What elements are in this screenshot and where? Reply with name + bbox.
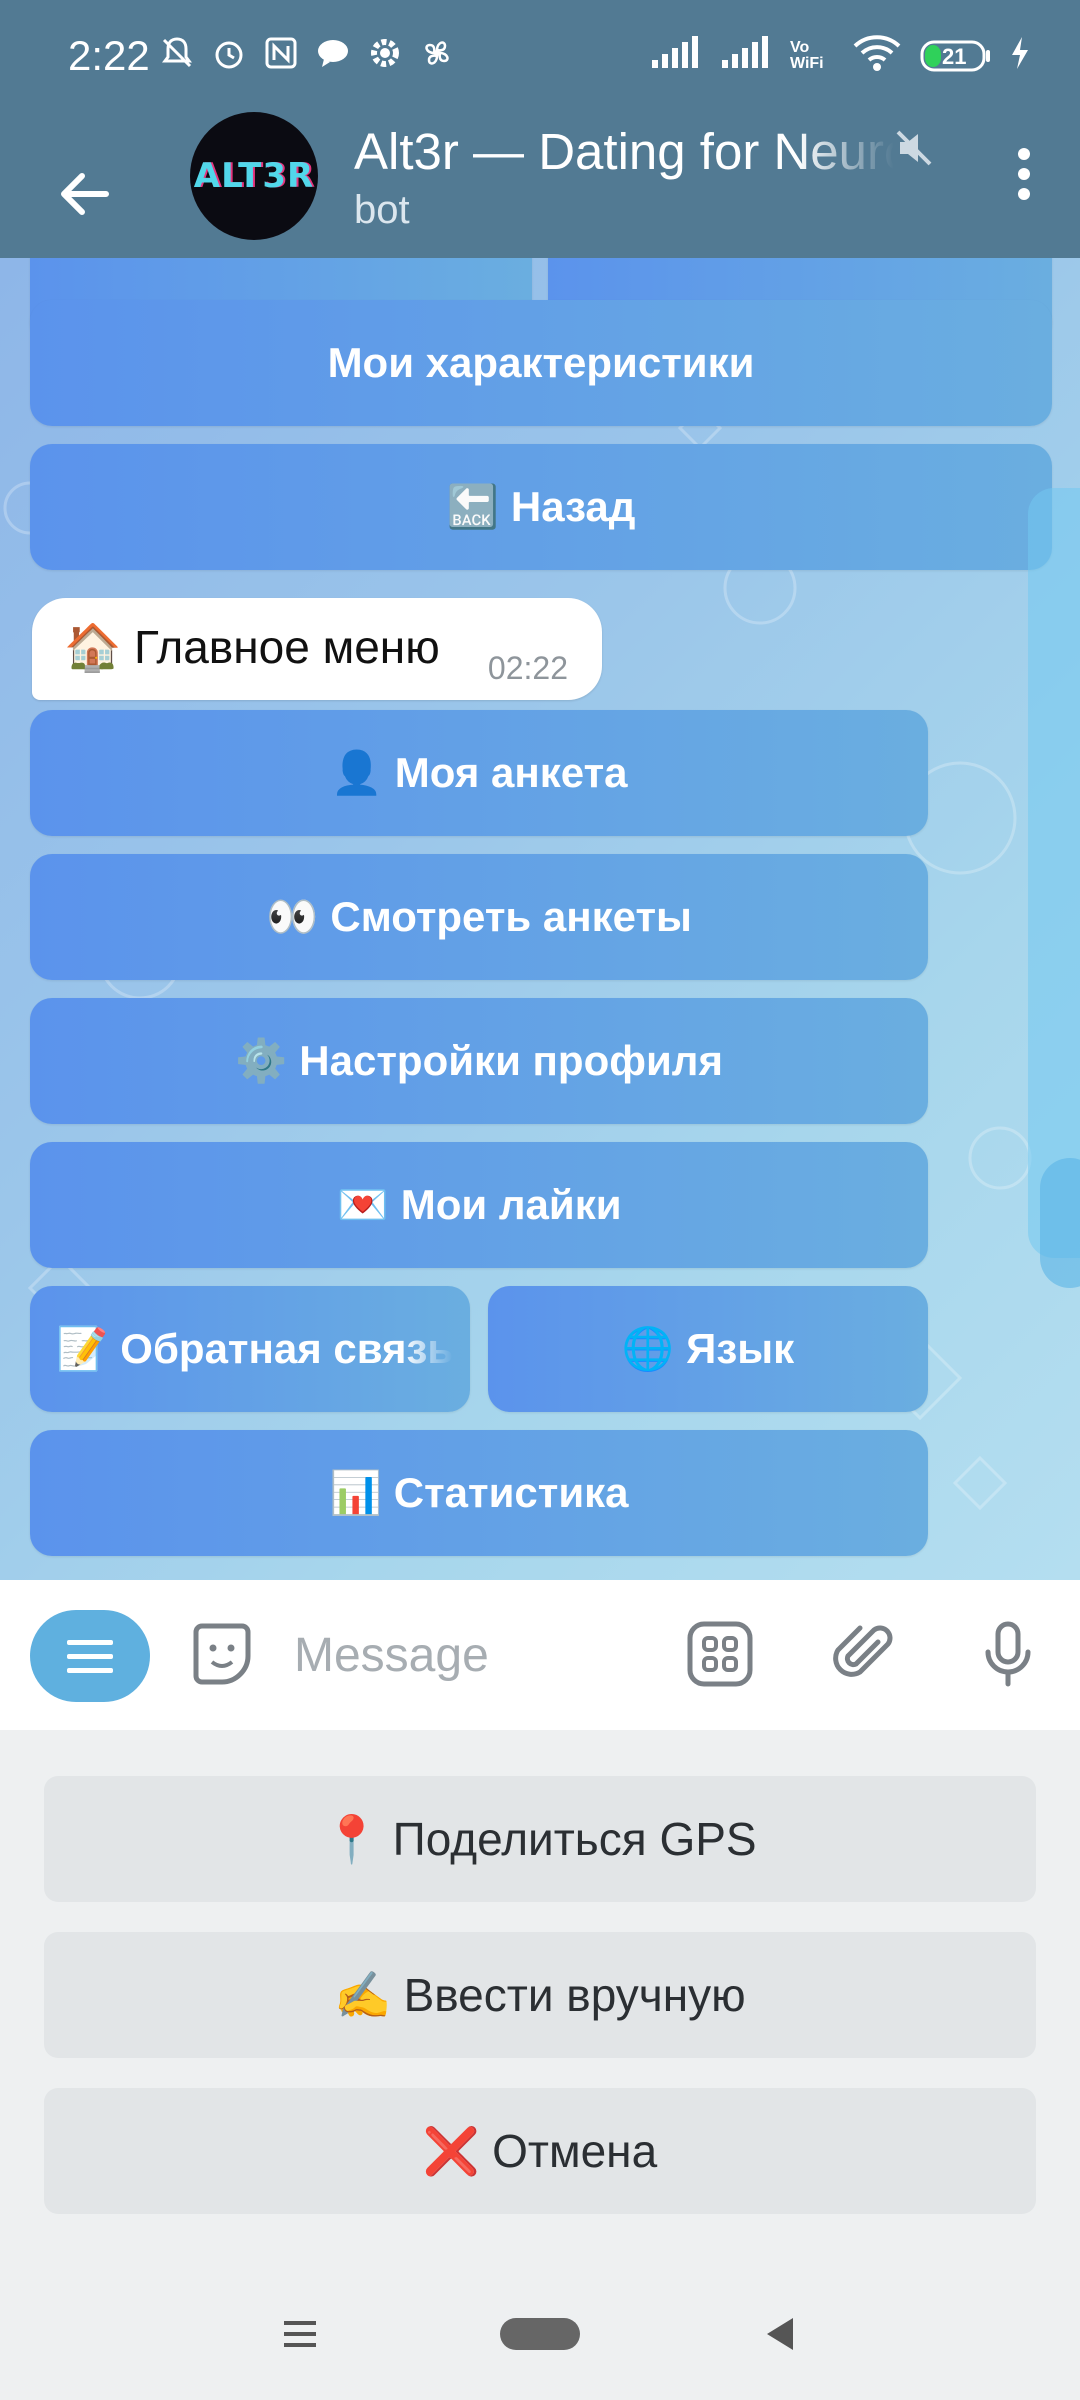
microphone-icon (985, 1621, 1031, 1687)
cross-mark-icon: ❌ (422, 2123, 481, 2178)
back-emoji-icon: 🔙 (446, 482, 499, 531)
keyboard-button-my-likes[interactable]: 💌 Мои лайки (30, 1142, 928, 1268)
button-label: Поделиться GPS (392, 1813, 757, 1865)
message-text: 🏠 Главное меню (64, 621, 440, 673)
bot-keyboard-button[interactable] (682, 1616, 758, 1692)
home-pill-icon (500, 2318, 580, 2350)
voice-record-button[interactable] (970, 1616, 1046, 1692)
back-button[interactable] (44, 154, 124, 234)
button-label: Ввести вручную (403, 1969, 746, 2021)
alarm-icon (210, 34, 248, 72)
writing-hand-icon: ✍️ (334, 1967, 392, 2022)
status-bar: 2:22 Vo WiFi 21 (0, 0, 1080, 118)
chat-title-area[interactable]: Alt3r — Dating for Neurodivergent bot (354, 118, 932, 238)
pin-icon: 📍 (323, 1811, 381, 1866)
gear-icon (366, 34, 404, 72)
signal-icon (650, 36, 702, 75)
sticker-icon (193, 1623, 251, 1685)
globe-icon: 🌐 (621, 1324, 675, 1373)
message-time: 02:22 (487, 650, 568, 686)
mute-bell-icon (158, 34, 196, 72)
chat-subtitle: bot (354, 188, 410, 232)
keyboard-grid-icon (687, 1621, 753, 1687)
keyboard-button-my-profile[interactable]: 👤 Моя анкета (30, 710, 928, 836)
back-triangle-icon (767, 2318, 793, 2350)
button-label: Язык (686, 1325, 795, 1372)
paperclip-icon (833, 1625, 893, 1677)
bot-menu-button[interactable] (30, 1610, 150, 1702)
battery-level: 21 (942, 43, 967, 69)
message-bubble[interactable]: 🏠 Главное меню 02:22 (32, 598, 602, 700)
keyboard-button-profile-settings[interactable]: ⚙️ Настройки профиля (30, 998, 928, 1124)
button-label: Смотреть анкеты (330, 893, 692, 940)
keyboard-button-browse-profiles[interactable]: 👀 Смотреть анкеты (30, 854, 928, 980)
more-options-button[interactable] (984, 134, 1064, 214)
keyboard-button-feedback[interactable]: 📝 Обратная связь (30, 1286, 470, 1412)
gear-icon: ⚙️ (235, 1036, 288, 1085)
vowifi-label: Vo WiFi (790, 38, 824, 72)
system-status-icons: Vo WiFi 21 (650, 34, 1030, 77)
reply-button-enter-manually[interactable]: ✍️ Ввести вручную (44, 1932, 1036, 2058)
nfc-icon (262, 34, 300, 72)
keyboard-button-statistics[interactable]: 📊 Статистика (30, 1430, 928, 1556)
signal-icon-2 (720, 36, 772, 75)
scroll-button-edge[interactable] (1040, 1158, 1080, 1288)
recents-button[interactable] (270, 2304, 330, 2364)
keyboard-button-back[interactable]: 🔙 Назад (30, 444, 1052, 570)
chat-bubble-icon (314, 34, 352, 72)
status-time: 2:22 (68, 32, 150, 79)
side-panel-edge (1028, 488, 1080, 1258)
button-label: Назад (510, 483, 636, 530)
message-input[interactable] (292, 1618, 656, 1692)
notification-icons (158, 34, 456, 72)
back-arrow-icon (61, 173, 109, 215)
button-label: Настройки профиля (299, 1037, 723, 1084)
button-label: Отмена (492, 2125, 658, 2177)
memo-icon: 📝 (56, 1324, 109, 1373)
button-label: Моя анкета (394, 749, 628, 796)
keyboard-button-my-characteristics[interactable]: Мои характеристики (30, 300, 1052, 426)
back-nav-button[interactable] (750, 2304, 810, 2364)
recents-icon (284, 2321, 316, 2347)
chat-title: Alt3r — Dating for Neurodivergent (354, 123, 894, 180)
bot-avatar[interactable]: ALT3R (190, 112, 318, 240)
attach-button[interactable] (826, 1616, 902, 1692)
bar-chart-icon: 📊 (329, 1468, 382, 1517)
muted-speaker-icon (894, 128, 934, 168)
button-label: Мои характеристики (327, 339, 755, 386)
charging-icon (1010, 35, 1030, 76)
button-label: Мои лайки (400, 1181, 622, 1228)
sticker-button[interactable] (184, 1616, 260, 1692)
message-composer (0, 1580, 1080, 1730)
more-vertical-icon (1018, 148, 1030, 200)
reply-button-share-gps[interactable]: 📍 Поделиться GPS (44, 1776, 1036, 1902)
keyboard-button-language[interactable]: 🌐 Язык (488, 1286, 928, 1412)
reply-keyboard: 📍 Поделиться GPS ✍️ Ввести вручную ❌ Отм… (0, 1730, 1080, 2270)
button-label: Обратная связь (120, 1325, 454, 1372)
love-letter-icon: 💌 (336, 1180, 389, 1229)
reply-button-cancel[interactable]: ❌ Отмена (44, 2088, 1036, 2214)
wifi-icon (852, 34, 902, 77)
chat-area: Мои характеристики 🔙 Назад 🏠 Главное мен… (0, 258, 1080, 1580)
user-icon: 👤 (330, 748, 383, 797)
battery-icon: 21 (920, 38, 992, 74)
system-navigation-bar (0, 2270, 1080, 2400)
eyes-icon: 👀 (266, 892, 319, 941)
home-button[interactable] (498, 2304, 582, 2364)
hamburger-icon (67, 1640, 113, 1673)
fan-icon (418, 34, 456, 72)
button-label: Статистика (393, 1469, 629, 1516)
